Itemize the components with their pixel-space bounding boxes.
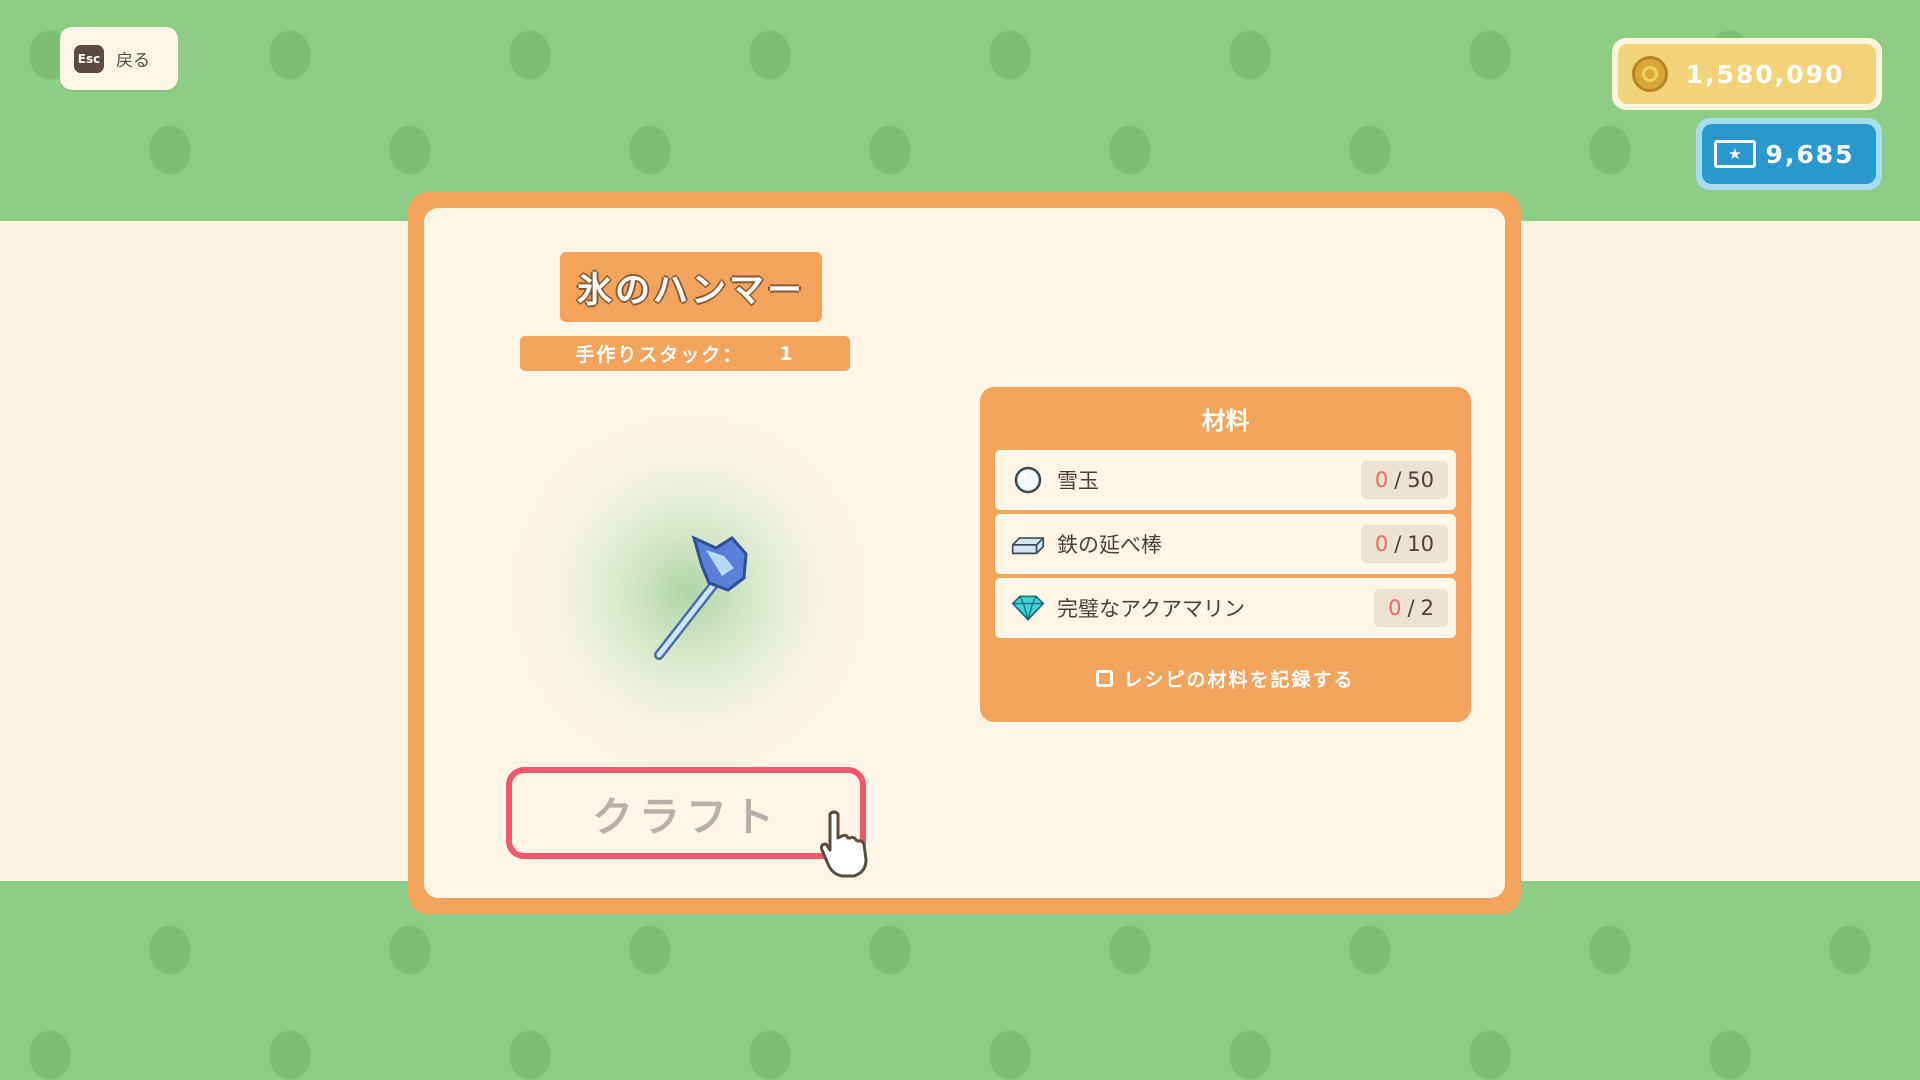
- material-row-iron-bar: 鉄の延べ棒 0 / 10: [995, 514, 1456, 574]
- ticket-icon: ★: [1714, 140, 1756, 168]
- snowball-icon: [1011, 463, 1045, 497]
- material-have: 0: [1388, 596, 1402, 620]
- material-count: 0 / 10: [1360, 525, 1448, 563]
- item-preview: [489, 393, 889, 793]
- materials-title: 材料: [1201, 407, 1250, 435]
- coin-balance: 1,580,090: [1612, 38, 1882, 110]
- material-need: 2: [1420, 596, 1434, 620]
- material-name: 鉄の延べ棒: [1057, 533, 1162, 557]
- material-need: 50: [1407, 468, 1434, 492]
- material-row-snowball: 雪玉 0 / 50: [995, 450, 1456, 510]
- back-label: 戻る: [116, 51, 150, 71]
- glow-effect: [489, 393, 889, 793]
- gold-coin-icon: [1632, 56, 1668, 92]
- material-row-aquamarine: 完璧なアクアマリン 0 / 2: [995, 578, 1456, 638]
- esc-key-icon: Esc: [74, 44, 104, 73]
- record-recipe-label: レシピの材料を記録する: [1123, 669, 1355, 691]
- material-sep: /: [1394, 532, 1402, 556]
- aquamarine-gem-icon: [1011, 591, 1045, 625]
- iron-bar-icon: [1011, 527, 1045, 561]
- crafting-dialog: 氷のハンマー 手作りスタック： 1 クラフト 材料 雪玉 0 / 50 鉄の延べ…: [408, 192, 1521, 914]
- material-name: 完璧なアクアマリン: [1057, 597, 1245, 621]
- material-have: 0: [1374, 532, 1389, 556]
- ticket-amount: 9,685: [1765, 139, 1855, 169]
- material-need: 10: [1407, 532, 1434, 556]
- materials-panel: 材料 雪玉 0 / 50 鉄の延べ棒 0 / 10 完璧なアクアマリン 0 / …: [980, 387, 1471, 722]
- item-title: 氷のハンマー: [560, 252, 822, 322]
- craft-button[interactable]: クラフト: [506, 767, 866, 859]
- record-recipe-toggle[interactable]: レシピの材料を記録する: [980, 665, 1471, 692]
- material-have: 0: [1374, 468, 1389, 492]
- material-sep: /: [1407, 596, 1415, 620]
- material-sep: /: [1394, 468, 1402, 492]
- material-count: 0 / 50: [1360, 461, 1448, 499]
- coin-amount: 1,580,090: [1685, 59, 1845, 89]
- pointer-hand-icon: [820, 810, 868, 878]
- ticket-balance: ★ 9,685: [1696, 118, 1882, 190]
- material-name: 雪玉: [1057, 469, 1099, 493]
- material-count: 0 / 2: [1374, 589, 1448, 627]
- checkbox[interactable]: [1096, 670, 1114, 687]
- back-button[interactable]: Esc 戻る: [60, 27, 178, 90]
- stack-value: 1: [779, 342, 795, 365]
- craft-stack-bar: 手作りスタック： 1: [520, 336, 850, 371]
- stack-label: 手作りスタック：: [575, 344, 744, 366]
